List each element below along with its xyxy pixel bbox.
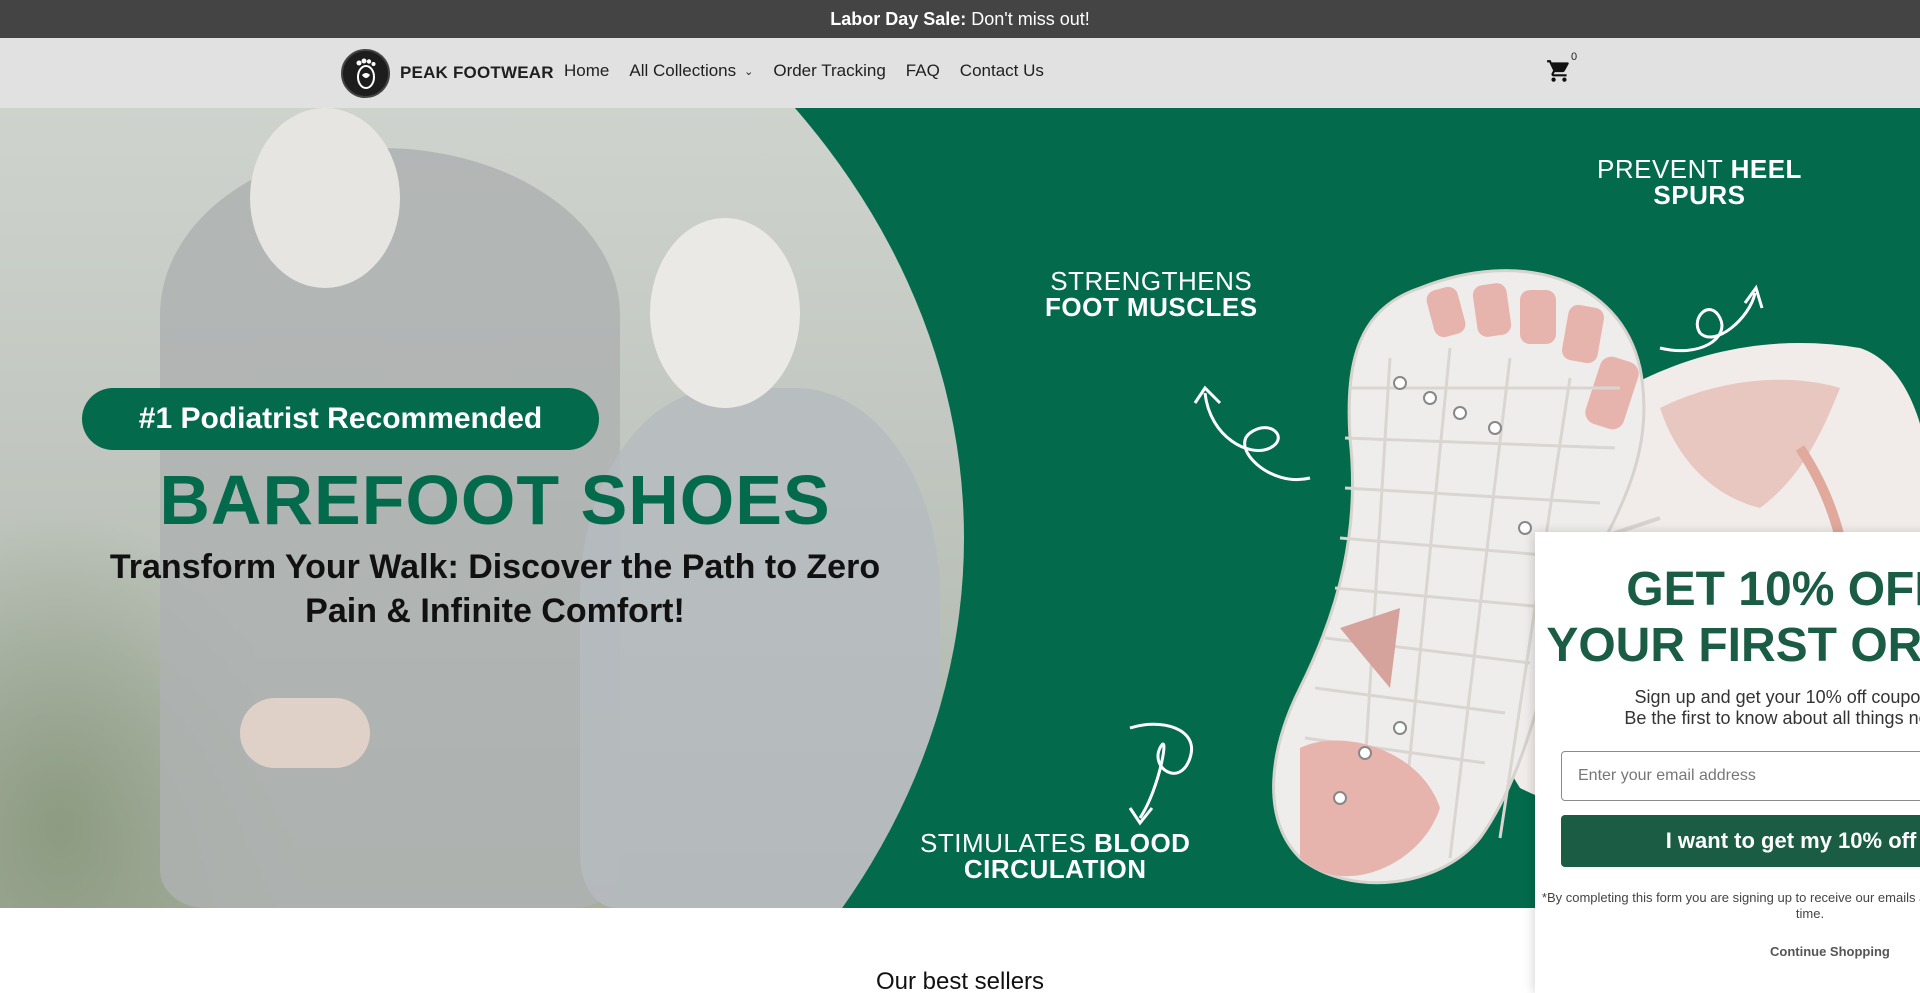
hero-title: BAREFOOT SHOES [159, 461, 831, 539]
brand-name[interactable]: PEAK FOOTWEAR [400, 63, 554, 83]
photo-man-head [250, 108, 400, 288]
popup-legal-text: *By completing this form you are signing… [1541, 890, 1920, 921]
announcement-bar: Labor Day Sale: Don't miss out! [0, 0, 1920, 38]
feature-blood-circulation-line1: STIMULATES BLOOD [920, 830, 1190, 856]
nav-all-collections-label: All Collections [629, 61, 737, 80]
popup-text-line1: Sign up and get your 10% off coupon! [1634, 687, 1920, 707]
popup-description: Sign up and get your 10% off coupon! Be … [1535, 687, 1920, 729]
announcement-text: Don't miss out! [971, 8, 1090, 29]
nav-order-tracking[interactable]: Order Tracking [773, 61, 885, 81]
feature-heel-spurs-bold2: SPURS [1653, 180, 1746, 210]
feature-blood-circulation: STIMULATES BLOOD CIRCULATION [920, 830, 1190, 882]
cart-count: 0 [1571, 51, 1578, 63]
chevron-down-icon: ⌄ [744, 65, 754, 78]
popup-heading: GET 10% OFF YOUR FIRST ORDER [1535, 562, 1920, 674]
footprint-logo-icon [356, 58, 375, 89]
continue-shopping-link[interactable]: Continue Shopping [1770, 944, 1890, 959]
nav-home-label: Home [564, 61, 610, 80]
photo-hand [240, 698, 370, 768]
main-nav: Home All Collections ⌄ Order Tracking FAQ… [564, 61, 1064, 81]
feature-foot-muscles-light: STRENGTHENS [1050, 266, 1253, 296]
cart-icon[interactable] [1546, 58, 1572, 84]
hero-subtitle: Transform Your Walk: Discover the Path t… [109, 548, 881, 630]
site-header: PEAK FOOTWEAR Home All Collections ⌄ Orde… [0, 38, 1920, 108]
brand-logo[interactable] [341, 49, 390, 98]
announcement-bold: Labor Day Sale: [830, 8, 967, 29]
photo-woman-head [650, 218, 800, 408]
nav-order-tracking-label: Order Tracking [773, 61, 886, 80]
podiatrist-badge: #1 Podiatrist Recommended [82, 388, 599, 450]
email-input[interactable] [1561, 751, 1920, 801]
get-discount-button[interactable]: I want to get my 10% off [1561, 815, 1920, 867]
nav-contact-us-label: Contact Us [959, 61, 1044, 80]
nav-all-collections[interactable]: All Collections ⌄ [629, 61, 753, 81]
discount-popup: GET 10% OFF YOUR FIRST ORDER Sign up and… [1535, 532, 1920, 993]
nav-home[interactable]: Home [564, 61, 609, 81]
nav-faq[interactable]: FAQ [906, 61, 940, 81]
feature-heel-spurs: PREVENT HEEL SPURS [1597, 156, 1802, 208]
feature-foot-muscles-bold: FOOT MUSCLES [1045, 292, 1258, 322]
nav-contact-us[interactable]: Contact Us [960, 61, 1044, 81]
nav-faq-label: FAQ [905, 61, 940, 80]
feature-blood-circulation-bold2: CIRCULATION [963, 854, 1147, 884]
page: Labor Day Sale: Don't miss out! PEAK FOO… [0, 0, 1920, 993]
popup-heading-line1: GET 10% OFF [1626, 563, 1920, 616]
feature-heel-spurs-line1: PREVENT HEEL [1597, 156, 1802, 182]
popup-heading-line2: YOUR FIRST ORDER [1546, 619, 1920, 672]
popup-text-line2: Be the first to know about all things ne… [1624, 708, 1920, 728]
feature-foot-muscles: STRENGTHENS FOOT MUSCLES [1045, 268, 1258, 320]
best-sellers-title: Our best sellers [875, 968, 1045, 993]
